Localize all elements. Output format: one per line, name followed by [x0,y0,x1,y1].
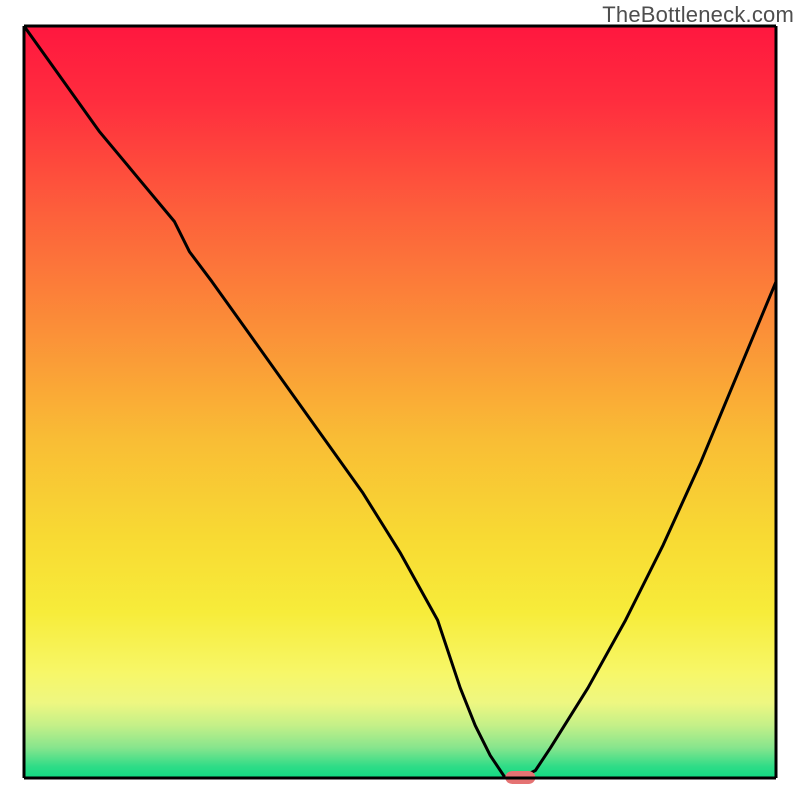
chart-wrapper: TheBottleneck.com [0,0,800,800]
bottleneck-chart [0,0,800,800]
gradient-background [24,26,776,778]
